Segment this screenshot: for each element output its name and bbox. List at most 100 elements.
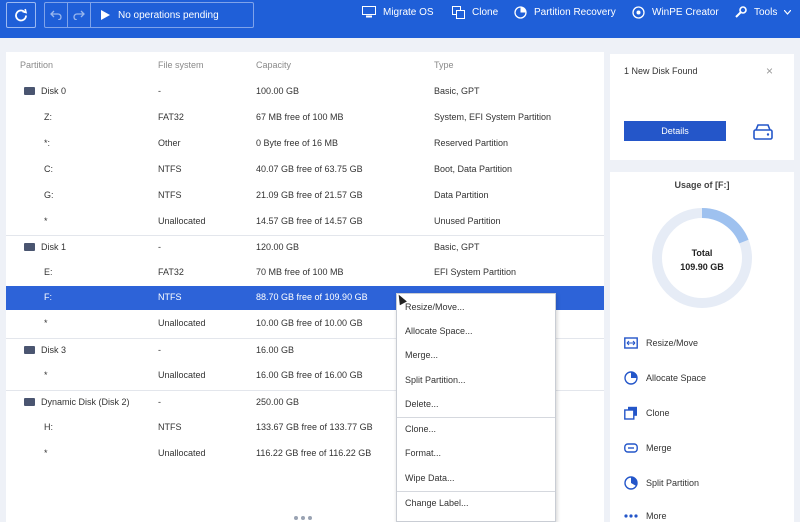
file-system: Unallocated bbox=[158, 448, 206, 458]
disk-row[interactable]: Disk 0 - 100.00 GB Basic, GPT bbox=[6, 80, 604, 104]
action-label: Split Partition bbox=[646, 478, 700, 488]
capacity: 14.57 GB free of 14.57 GB bbox=[256, 216, 363, 226]
header-capacity[interactable]: Capacity bbox=[256, 60, 291, 70]
capacity: 67 MB free of 100 MB bbox=[256, 112, 344, 122]
partition-type: Reserved Partition bbox=[434, 138, 509, 148]
menu-item-clone[interactable]: Clone... bbox=[405, 424, 436, 440]
action-split-partition[interactable]: Split Partition bbox=[624, 475, 699, 491]
disk-icon bbox=[24, 242, 35, 251]
capacity: 21.09 GB free of 21.57 GB bbox=[256, 190, 363, 200]
clone-label: Clone bbox=[472, 6, 499, 18]
total-value: 109.90 GB bbox=[680, 262, 724, 272]
merge-icon bbox=[624, 443, 638, 453]
partition-name: *: bbox=[44, 138, 51, 148]
file-system: Unallocated bbox=[158, 370, 206, 380]
file-system: - bbox=[158, 86, 161, 96]
file-system: FAT32 bbox=[158, 112, 184, 122]
partition-name: * bbox=[44, 370, 48, 380]
partition-type: Unused Partition bbox=[434, 216, 501, 226]
resize-grip[interactable] bbox=[294, 516, 314, 520]
partition-name: G: bbox=[44, 190, 54, 200]
tools-button[interactable]: Tools bbox=[734, 4, 792, 20]
capacity: 16.00 GB free of 16.00 GB bbox=[256, 370, 363, 380]
capacity: 70 MB free of 100 MB bbox=[256, 267, 344, 277]
action-resize-move[interactable]: Resize/Move bbox=[624, 335, 698, 351]
migrate-icon bbox=[362, 6, 376, 18]
winpe-creator-button[interactable]: WinPE Creator bbox=[632, 4, 719, 20]
file-system: NTFS bbox=[158, 164, 182, 174]
new-disk-notice: 1 New Disk Found × Details bbox=[610, 54, 794, 160]
table-row[interactable]: Z: FAT32 67 MB free of 100 MB System, EF… bbox=[6, 106, 604, 130]
play-icon bbox=[101, 10, 110, 20]
header-file-system[interactable]: File system bbox=[158, 60, 204, 70]
file-system: Other bbox=[158, 138, 181, 148]
file-system: NTFS bbox=[158, 422, 182, 432]
table-row[interactable]: * Unallocated 14.57 GB free of 14.57 GB … bbox=[6, 210, 604, 234]
menu-item-format[interactable]: Format... bbox=[405, 448, 441, 464]
refresh-button[interactable] bbox=[6, 2, 36, 28]
table-row[interactable]: *: Other 0 Byte free of 16 MB Reserved P… bbox=[6, 132, 604, 156]
capacity: 116.22 GB free of 116.22 GB bbox=[256, 448, 372, 458]
tools-label: Tools bbox=[754, 6, 778, 18]
action-clone[interactable]: Clone bbox=[624, 405, 670, 421]
action-label: Resize/Move bbox=[646, 338, 699, 348]
file-system: - bbox=[158, 345, 161, 355]
redo-button[interactable] bbox=[68, 3, 90, 27]
migrate-os-label: Migrate OS bbox=[383, 6, 434, 18]
partition-type: Basic, GPT bbox=[434, 86, 480, 96]
file-system: Unallocated bbox=[158, 318, 206, 328]
partition-name: * bbox=[44, 448, 48, 458]
menu-item-merge[interactable]: Merge... bbox=[405, 350, 438, 366]
pending-operations-button[interactable]: No operations pending bbox=[91, 10, 219, 21]
partition-type: EFI System Partition bbox=[434, 267, 517, 277]
partition-type: Boot, Data Partition bbox=[434, 164, 513, 174]
partition-name: E: bbox=[44, 267, 53, 277]
details-button[interactable]: Details bbox=[624, 121, 726, 141]
table-row[interactable]: C: NTFS 40.07 GB free of 63.75 GB Boot, … bbox=[6, 158, 604, 182]
split-icon bbox=[624, 476, 638, 490]
close-icon[interactable]: × bbox=[766, 64, 773, 78]
clone-button[interactable]: Clone bbox=[452, 4, 498, 20]
menu-divider bbox=[397, 417, 555, 418]
undo-icon bbox=[50, 10, 62, 20]
action-merge[interactable]: Merge bbox=[624, 440, 672, 456]
usage-donut-chart bbox=[652, 208, 752, 308]
winpe-creator-label: WinPE Creator bbox=[652, 6, 719, 18]
menu-item-wipe-data[interactable]: Wipe Data... bbox=[405, 473, 455, 489]
menu-item-delete[interactable]: Delete... bbox=[405, 399, 439, 415]
partition-name: H: bbox=[44, 422, 53, 432]
disk-row[interactable]: Disk 1 - 120.00 GB Basic, GPT bbox=[6, 235, 604, 259]
menu-item-allocate-space[interactable]: Allocate Space... bbox=[405, 326, 473, 342]
file-system: - bbox=[158, 397, 161, 407]
file-system: Unallocated bbox=[158, 216, 206, 226]
header-partition[interactable]: Partition bbox=[20, 60, 53, 70]
capacity: 88.70 GB free of 109.90 GB bbox=[256, 292, 368, 302]
resize-icon bbox=[624, 337, 638, 349]
menu-item-change-label[interactable]: Change Label... bbox=[405, 498, 469, 514]
toolbar: No operations pending Migrate OS Clone P… bbox=[0, 0, 800, 38]
partition-recovery-button[interactable]: Partition Recovery bbox=[514, 4, 616, 20]
table-row[interactable]: E: FAT32 70 MB free of 100 MB EFI System… bbox=[6, 261, 604, 285]
capacity: 133.67 GB free of 133.77 GB bbox=[256, 422, 373, 432]
usage-title: Usage of [F:] bbox=[674, 180, 730, 190]
partition-name: Disk 3 bbox=[41, 345, 67, 355]
disk-icon bbox=[24, 86, 35, 95]
menu-item-split-partition[interactable]: Split Partition... bbox=[405, 375, 466, 391]
table-row[interactable]: G: NTFS 21.09 GB free of 21.57 GB Data P… bbox=[6, 184, 604, 208]
migrate-os-button[interactable]: Migrate OS bbox=[362, 4, 434, 20]
action-label: Allocate Space bbox=[646, 373, 707, 383]
refresh-icon bbox=[15, 8, 28, 22]
capacity: 0 Byte free of 16 MB bbox=[256, 138, 339, 148]
menu-item-resize-move[interactable]: Resize/Move... bbox=[405, 302, 465, 318]
more-icon bbox=[624, 514, 638, 518]
capacity: 16.00 GB bbox=[256, 345, 295, 355]
allocate-icon bbox=[624, 371, 638, 385]
hard-disk-icon bbox=[753, 124, 773, 140]
action-allocate-space[interactable]: Allocate Space bbox=[624, 370, 706, 386]
partition-type: Data Partition bbox=[434, 190, 489, 200]
total-label: Total bbox=[691, 248, 713, 258]
undo-button[interactable] bbox=[45, 3, 67, 27]
action-more[interactable]: More bbox=[624, 508, 667, 522]
header-type[interactable]: Type bbox=[434, 60, 454, 70]
table-header: Partition File system Capacity Type bbox=[6, 60, 604, 76]
